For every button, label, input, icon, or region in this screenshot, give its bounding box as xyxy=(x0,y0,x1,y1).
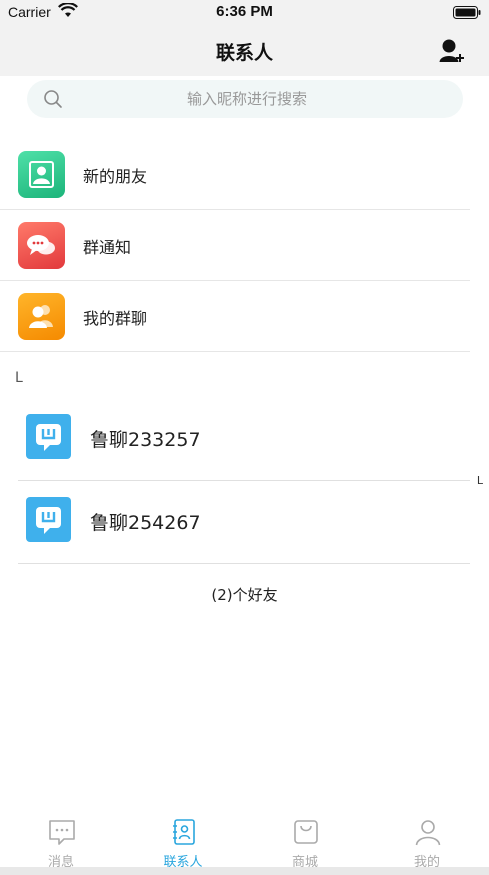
clock: 6:36 PM xyxy=(216,3,273,20)
divider xyxy=(18,563,470,564)
profile-icon xyxy=(415,820,441,846)
tab-messages[interactable]: 消息 xyxy=(0,812,122,870)
contact-name: 鲁聊254267 xyxy=(90,512,201,534)
contact-row[interactable]: 鲁聊254267 xyxy=(18,481,470,564)
nav-bar: 联系人 xyxy=(0,24,489,76)
contact-name: 鲁聊233257 xyxy=(90,429,201,451)
contact-row[interactable]: 鲁聊233257 xyxy=(18,398,470,481)
group-users-icon xyxy=(18,293,65,340)
friend-count: (2)个好友 xyxy=(211,586,278,604)
contacts-icon xyxy=(173,819,195,845)
menu-item-label: 新的朋友 xyxy=(83,167,148,186)
tab-bar: 消息 联系人 商城 我的 xyxy=(0,812,489,870)
search-icon xyxy=(44,90,62,108)
tab-me[interactable]: 我的 xyxy=(366,812,488,870)
menu-item-label: 我的群聊 xyxy=(83,309,148,328)
message-icon xyxy=(49,820,75,845)
add-friend-icon[interactable] xyxy=(439,38,465,64)
menu-item-new-friends[interactable]: 新的朋友 xyxy=(0,139,470,210)
page-title: 联系人 xyxy=(215,42,273,64)
status-bar: Carrier 6:36 PM xyxy=(0,0,489,24)
app-logo-icon xyxy=(26,497,71,542)
new-friend-icon xyxy=(18,151,65,198)
app-logo-icon xyxy=(26,414,71,459)
tab-mall[interactable]: 商城 xyxy=(244,812,366,870)
menu-item-group-notices[interactable]: 群通知 xyxy=(0,210,470,281)
shopping-bag-icon xyxy=(294,820,318,844)
section-header-letter: L xyxy=(15,370,23,386)
index-bar-letter[interactable]: L xyxy=(477,474,483,487)
search-bar[interactable] xyxy=(27,80,463,118)
divider xyxy=(0,351,470,352)
home-indicator xyxy=(0,867,489,875)
battery-icon xyxy=(453,6,481,19)
menu-item-my-groups[interactable]: 我的群聊 xyxy=(0,281,470,352)
search-input[interactable] xyxy=(77,80,417,118)
menu-item-label: 群通知 xyxy=(83,238,132,257)
chat-bubbles-icon xyxy=(18,222,65,269)
tab-contacts[interactable]: 联系人 xyxy=(122,812,244,870)
